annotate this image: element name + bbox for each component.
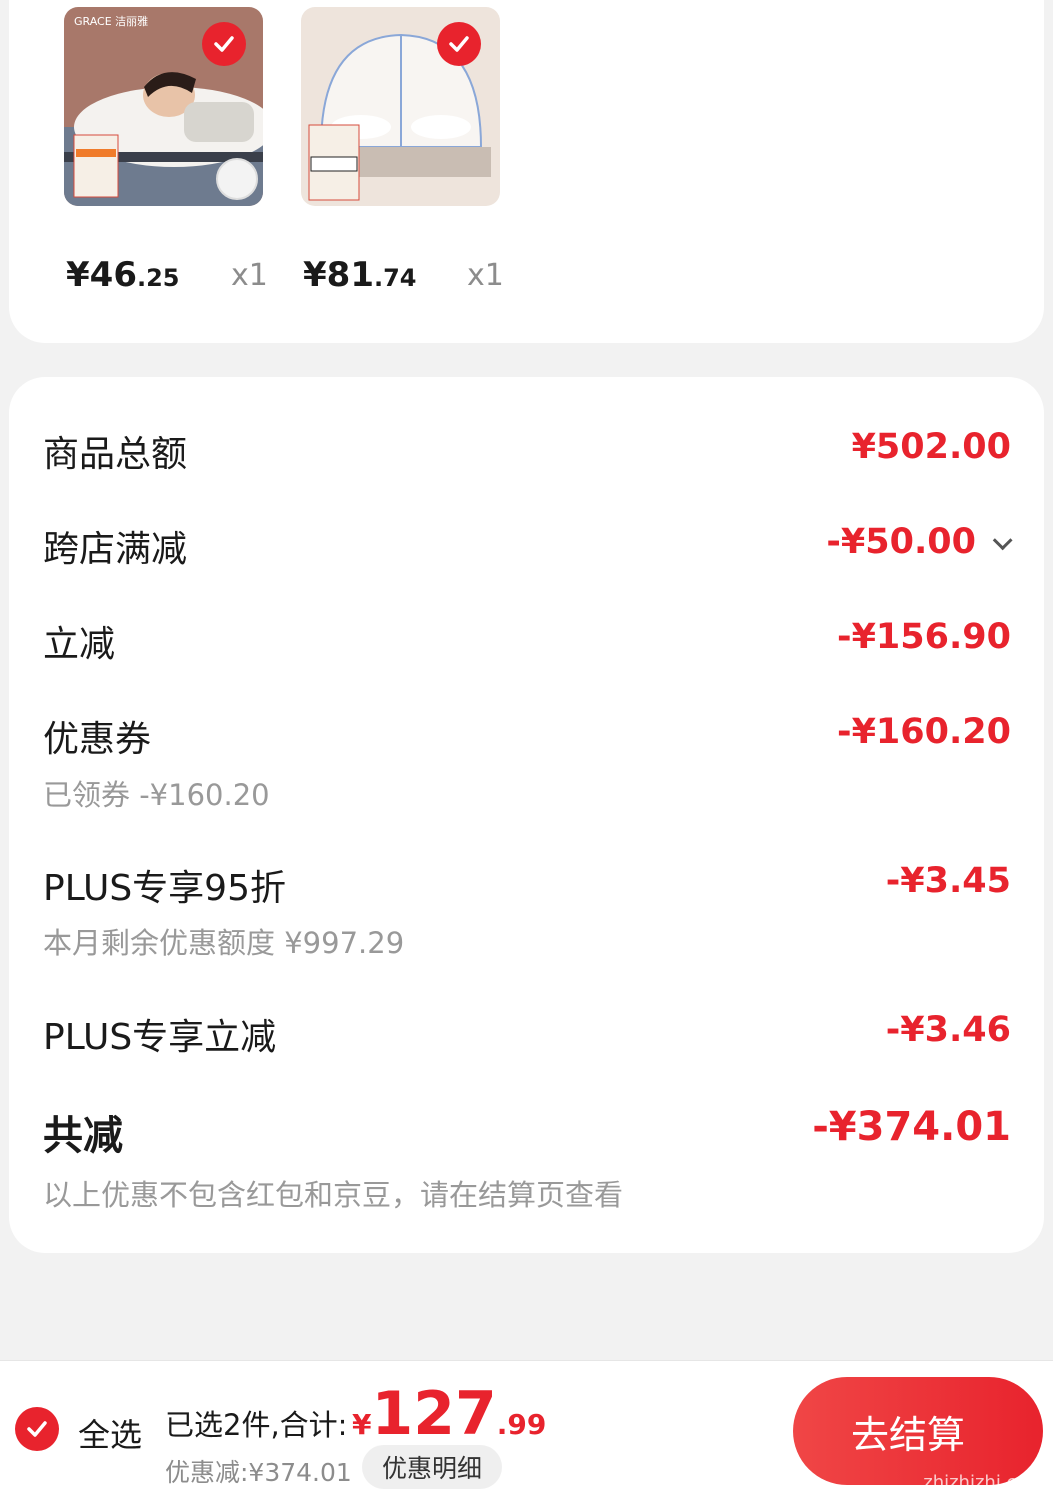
plus-instant-discount-value: -¥3.46 [885, 1010, 1011, 1050]
price-integer: ¥46 [66, 255, 137, 295]
price-decimal: .74 [373, 264, 417, 292]
goods-total-label: 商品总额 [43, 434, 188, 475]
total-price: ¥127.99 [352, 1379, 546, 1449]
product-price: ¥81.74 [303, 255, 417, 295]
plus-instant-discount-label: PLUS专享立减 [43, 1017, 277, 1058]
plus-95-discount-value: -¥3.45 [885, 861, 1011, 901]
total-integer: 127 [371, 1379, 497, 1449]
plus-remaining-quota: 本月剩余优惠额度 ¥997.29 [43, 926, 405, 960]
total-discount-value: -¥374.01 [812, 1104, 1011, 1150]
product-quantity: x1 [231, 258, 268, 293]
cross-store-discount-label: 跨店满减 [43, 529, 188, 570]
price-integer: ¥81 [303, 255, 374, 295]
select-all-label[interactable]: 全选 [78, 1410, 142, 1456]
price-decimal: .25 [136, 264, 180, 292]
selected-count-text: 已选2件,合计: [165, 1408, 348, 1442]
product-select-checkbox[interactable] [202, 22, 246, 66]
product-select-checkbox[interactable] [437, 22, 481, 66]
instant-discount-label: 立减 [43, 624, 116, 665]
checkout-button[interactable]: 去结算 [793, 1377, 1043, 1485]
checkmark-icon [214, 36, 234, 52]
watermark-text: zhizhizhi.com [923, 1472, 1045, 1493]
cross-store-discount-amount: -¥50.00 [826, 522, 976, 562]
product-card: GRACE 洁丽雅 ¥46.25 x1 ¥81.74 x1 [9, 0, 1044, 343]
checkout-bar: 全选 已选2件,合计: ¥127.99 优惠减:¥374.01 优惠明细 去结算… [0, 1360, 1053, 1499]
total-currency: ¥ [352, 1408, 372, 1441]
chevron-down-icon [992, 530, 1013, 551]
discount-amount-text: 优惠减:¥374.01 [165, 1458, 352, 1487]
discount-note: 以上优惠不包含红包和京豆，请在结算页查看 [43, 1178, 624, 1212]
coupon-subtext: 已领券 -¥160.20 [43, 778, 270, 812]
total-discount-label: 共减 [43, 1113, 123, 1159]
coupon-value: -¥160.20 [837, 712, 1011, 752]
select-all-checkbox[interactable] [15, 1407, 59, 1451]
product-price: ¥46.25 [66, 255, 180, 295]
plus-95-discount-label: PLUS专享95折 [43, 868, 286, 909]
product-quantity: x1 [467, 258, 504, 293]
checkmark-icon [27, 1421, 47, 1437]
discount-detail-button[interactable]: 优惠明细 [362, 1445, 502, 1489]
brand-logo-text: GRACE 洁丽雅 [74, 14, 148, 28]
total-decimal: .99 [496, 1408, 547, 1441]
cross-store-discount-value[interactable]: -¥50.00 [826, 522, 1013, 562]
goods-total-value: ¥502.00 [851, 427, 1011, 467]
discount-summary-card: 商品总额 ¥502.00 跨店满减 -¥50.00 立减 -¥156.90 优惠… [9, 377, 1044, 1253]
coupon-label: 优惠券 [43, 719, 152, 760]
checkmark-icon [449, 36, 469, 52]
instant-discount-value: -¥156.90 [837, 617, 1011, 657]
